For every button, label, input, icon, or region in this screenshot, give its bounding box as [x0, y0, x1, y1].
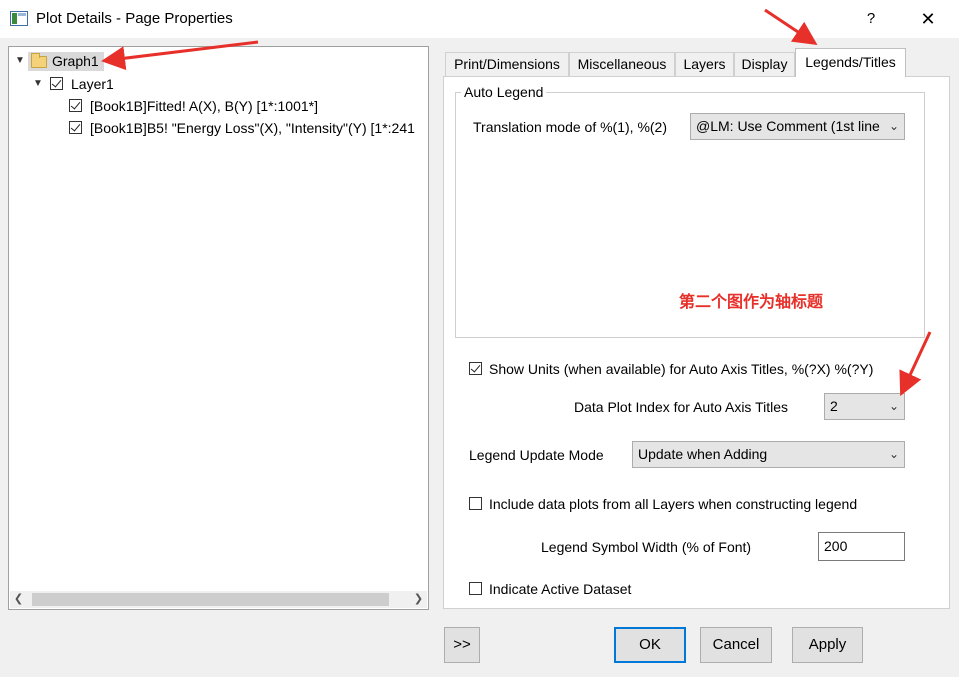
scroll-left-icon[interactable]: ❮: [10, 591, 27, 608]
data-plot-index-label: Data Plot Index for Auto Axis Titles: [574, 399, 788, 415]
plot-checkbox[interactable]: [69, 99, 82, 112]
tree-item-label: Graph1: [52, 53, 99, 69]
translation-mode-select[interactable]: @LM: Use Comment (1st line ⌄: [690, 113, 905, 140]
translation-mode-value: @LM: Use Comment (1st line: [696, 118, 880, 134]
tab-miscellaneous[interactable]: Miscellaneous: [569, 52, 675, 76]
chevron-down-icon[interactable]: ⌄: [884, 394, 904, 419]
data-plot-index-value: 2: [830, 398, 838, 414]
scrollbar-thumb[interactable]: [32, 593, 389, 606]
title-bar: Plot Details - Page Properties ? ✕: [0, 0, 959, 38]
translation-mode-label: Translation mode of %(1), %(2): [473, 119, 667, 135]
tab-legends-titles[interactable]: Legends/Titles: [795, 48, 906, 77]
symbol-width-label: Legend Symbol Width (% of Font): [541, 539, 752, 555]
window-title: Plot Details - Page Properties: [36, 10, 233, 27]
plot-checkbox[interactable]: [69, 121, 82, 134]
legend-update-label: Legend Update Mode: [469, 447, 604, 463]
show-units-checkbox[interactable]: [469, 362, 482, 375]
chevron-down-icon[interactable]: ⌄: [884, 114, 904, 139]
legend-update-value: Update when Adding: [638, 446, 768, 462]
tree-item-label: Layer1: [71, 76, 114, 92]
include-all-layers-checkbox[interactable]: [469, 497, 482, 510]
cancel-button[interactable]: Cancel: [700, 627, 772, 663]
horizontal-scrollbar[interactable]: ❮ ❯: [10, 591, 427, 608]
chevron-down-icon[interactable]: ⌄: [884, 442, 904, 467]
tab-print-dimensions[interactable]: Print/Dimensions: [445, 52, 569, 76]
more-button[interactable]: >>: [444, 627, 480, 663]
tree-item-plot[interactable]: [Book1B]B5! "Energy Loss"(X), "Intensity…: [69, 118, 427, 138]
layer-checkbox[interactable]: [50, 77, 63, 90]
folder-icon: [31, 53, 47, 68]
tab-display[interactable]: Display: [734, 52, 795, 76]
legend-update-select[interactable]: Update when Adding ⌄: [632, 441, 905, 468]
data-plot-index-select[interactable]: 2 ⌄: [824, 393, 905, 420]
apply-button[interactable]: Apply: [792, 627, 863, 663]
close-button[interactable]: ✕: [910, 6, 946, 32]
chevron-down-icon[interactable]: ▼: [32, 74, 44, 94]
show-units-label: Show Units (when available) for Auto Axi…: [489, 361, 874, 377]
scroll-right-icon[interactable]: ❯: [410, 591, 427, 608]
tree-item-label: [Book1B]B5! "Energy Loss"(X), "Intensity…: [90, 120, 415, 136]
tree-item-label: [Book1B]Fitted! A(X), B(Y) [1*:1001*]: [90, 98, 318, 114]
help-button[interactable]: ?: [856, 6, 886, 32]
auto-legend-group-title: Auto Legend: [461, 84, 547, 100]
include-all-layers-label: Include data plots from all Layers when …: [489, 496, 858, 512]
annotation-text: 第二个图作为轴标题: [679, 294, 824, 311]
indicate-active-label: Indicate Active Dataset: [489, 581, 632, 597]
indicate-active-checkbox[interactable]: [469, 582, 482, 595]
symbol-width-input[interactable]: 200: [818, 532, 905, 561]
chevron-down-icon[interactable]: ▼: [14, 51, 26, 71]
tab-layers[interactable]: Layers: [675, 52, 734, 76]
app-icon: [10, 11, 28, 26]
ok-button[interactable]: OK: [614, 627, 686, 663]
